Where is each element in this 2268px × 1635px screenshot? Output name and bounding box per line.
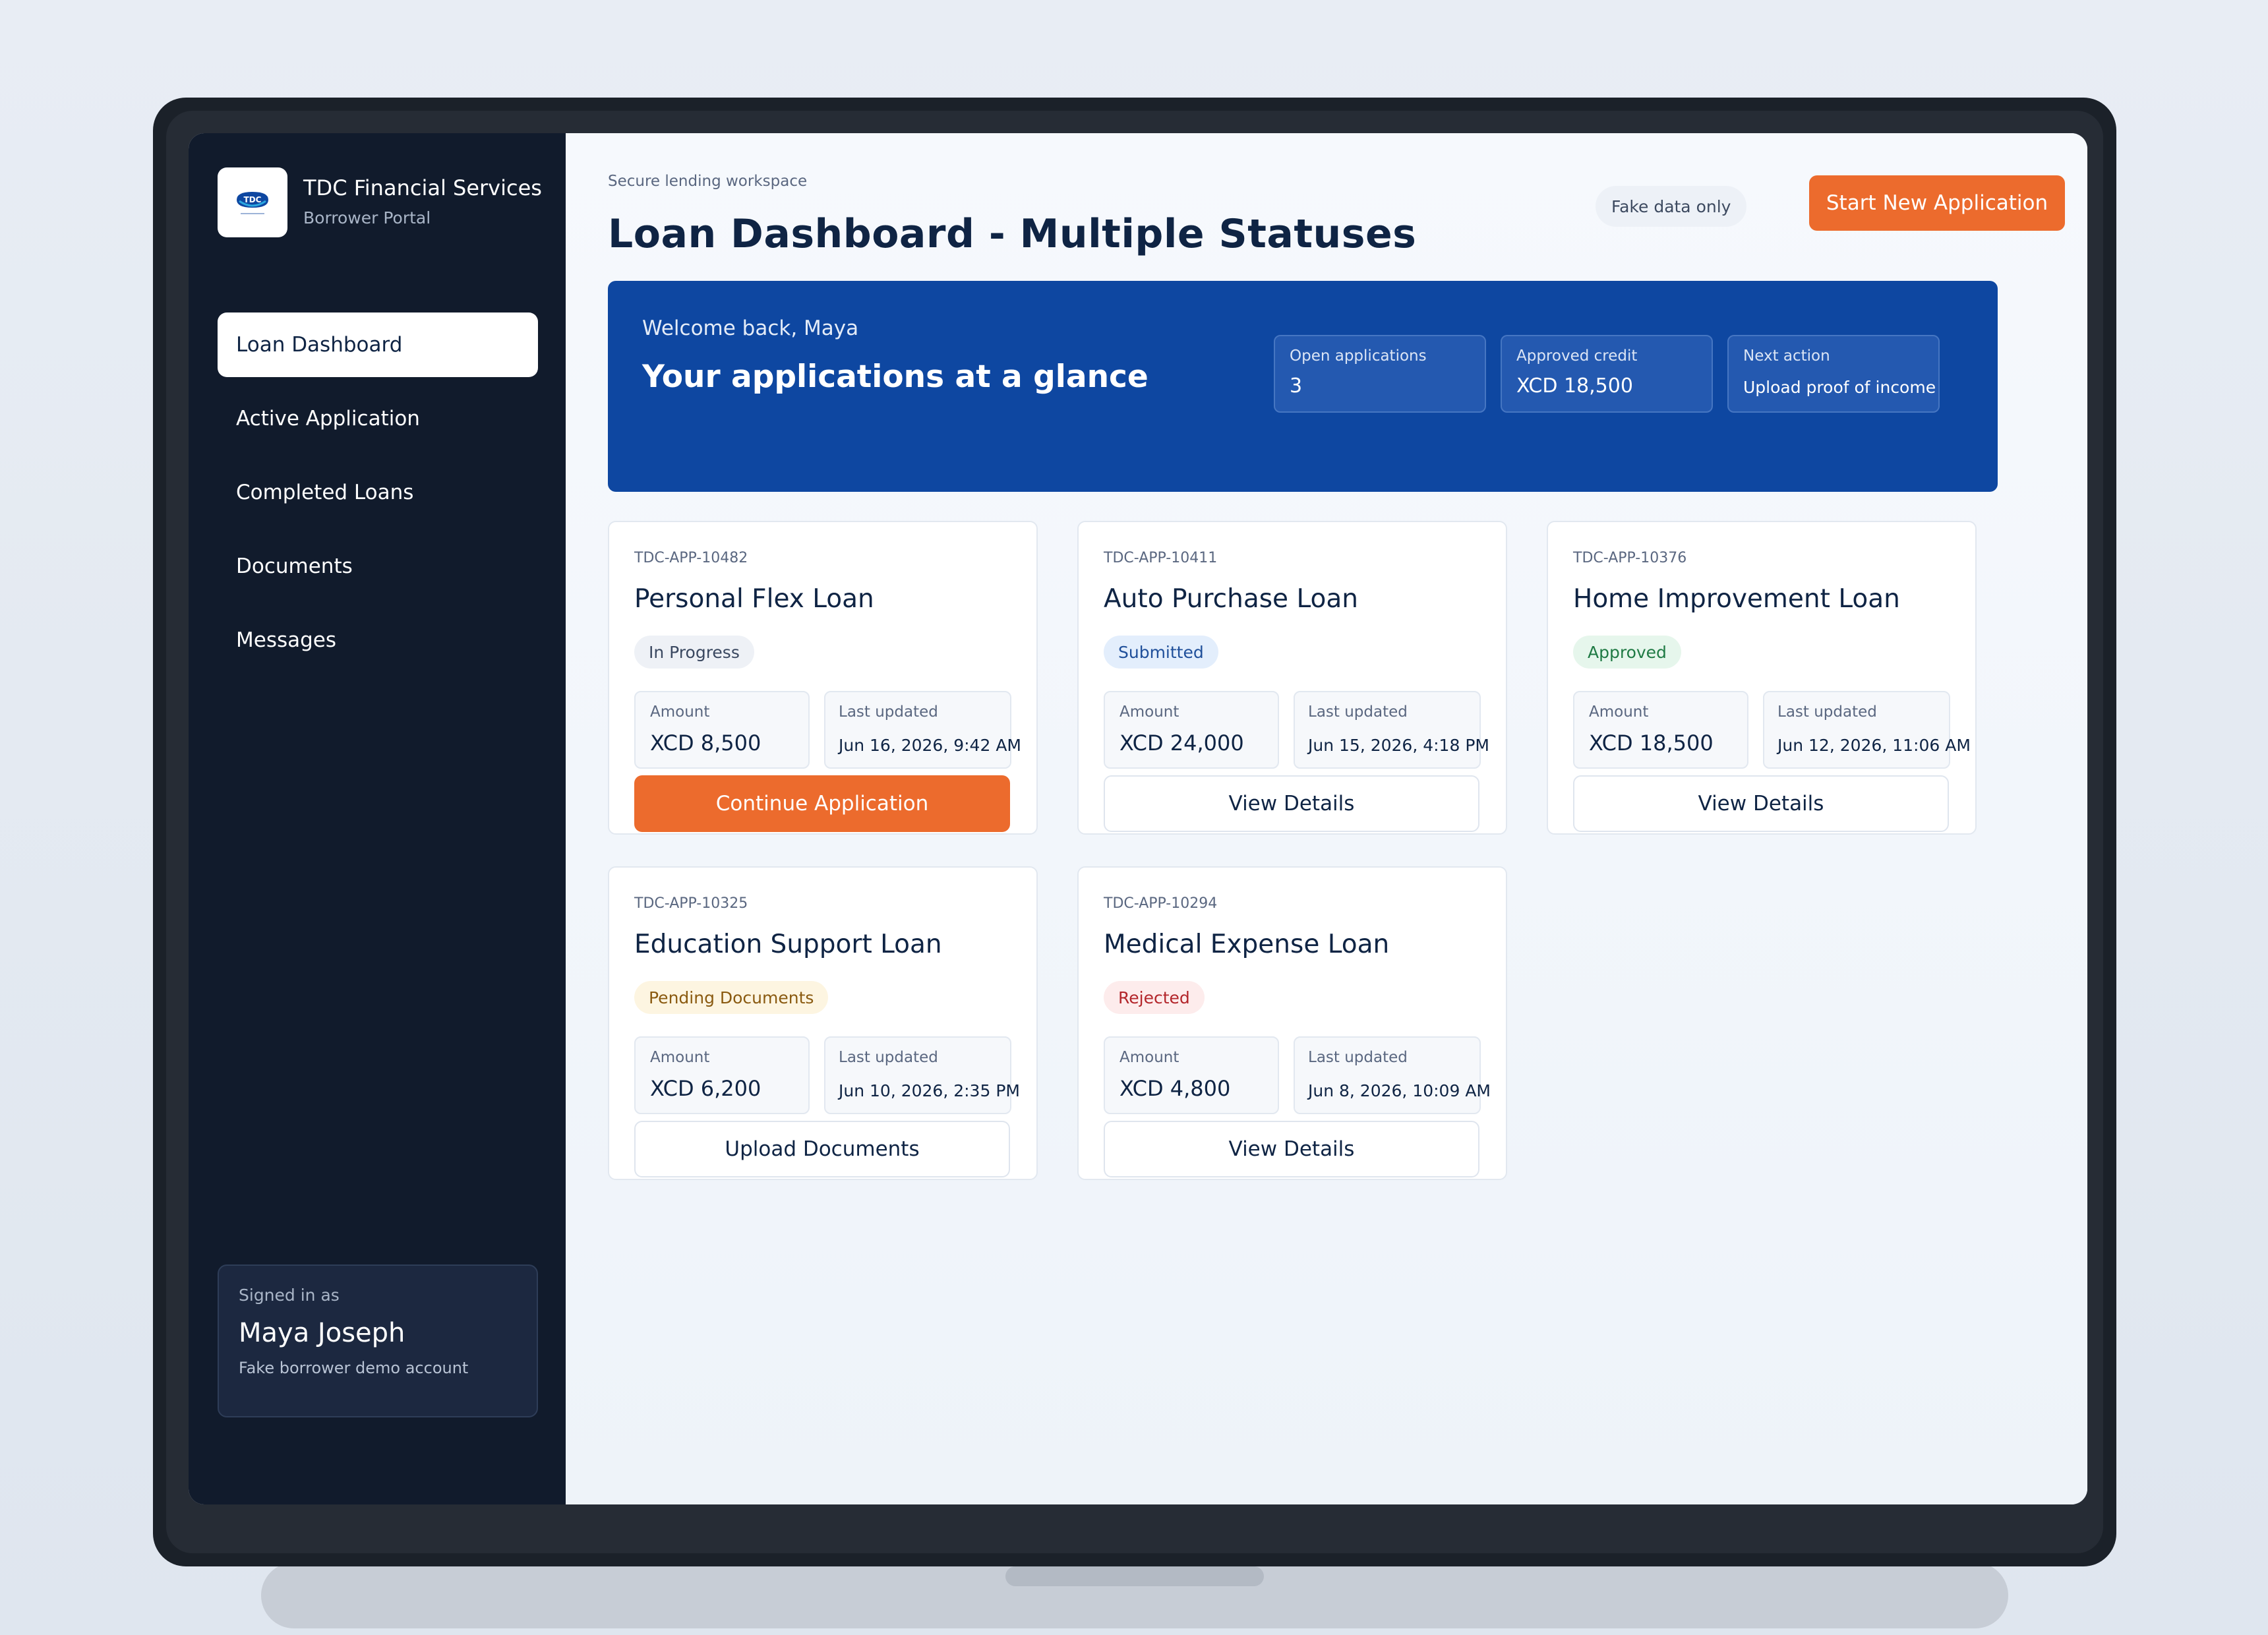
field-label: Amount: [650, 1049, 710, 1066]
last-updated-value: Jun 8, 2026, 10:09 AM: [1308, 1081, 1491, 1100]
last-updated-field: Last updated Jun 12, 2026, 11:06 AM: [1763, 691, 1971, 769]
status-badge: In Progress: [634, 636, 754, 669]
application-title: Education Support Loan: [634, 930, 942, 959]
upload-documents-button[interactable]: Upload Documents: [634, 1121, 1010, 1177]
field-label: Last updated: [1777, 703, 1877, 721]
amount-value: XCD 8,500: [650, 730, 761, 756]
last-updated-value: Jun 10, 2026, 2:35 PM: [839, 1081, 1020, 1100]
sidebar-item-documents[interactable]: Documents: [218, 534, 538, 599]
amount-field: Amount XCD 4,800: [1104, 1036, 1279, 1114]
stat-approved-credit: Approved credit XCD 18,500: [1501, 335, 1713, 413]
field-label: Amount: [1119, 1049, 1179, 1066]
stat-open-applications: Open applications 3: [1274, 335, 1486, 413]
sidebar-item-label: Loan Dashboard: [236, 333, 403, 357]
amount-field: Amount XCD 24,000: [1104, 691, 1279, 769]
stat-label: Open applications: [1290, 347, 1427, 365]
user-account-note: Fake borrower demo account: [239, 1359, 469, 1377]
application-title: Home Improvement Loan: [1573, 584, 1900, 614]
application-id: TDC-APP-10294: [1104, 895, 1218, 912]
field-label: Amount: [1119, 703, 1179, 721]
banner-title: Your applications at a glance: [642, 359, 1149, 395]
sidebar-nav: Loan Dashboard Active Application Comple…: [218, 312, 538, 682]
application-card: TDC-APP-10325 Education Support Loan Pen…: [608, 866, 1038, 1180]
brand-subtitle: Borrower Portal: [303, 208, 431, 227]
application-card: TDC-APP-10376 Home Improvement Loan Appr…: [1547, 521, 1977, 835]
sidebar-item-label: Completed Loans: [236, 481, 414, 504]
status-badge: Pending Documents: [634, 981, 829, 1014]
field-label: Last updated: [1308, 1049, 1408, 1066]
last-updated-field: Last updated Jun 15, 2026, 4:18 PM: [1294, 691, 1489, 769]
amount-field: Amount XCD 8,500: [634, 691, 810, 769]
sidebar-item-label: Documents: [236, 554, 353, 578]
amount-value: XCD 6,200: [650, 1076, 761, 1101]
field-label: Last updated: [1308, 703, 1408, 721]
sidebar-item-label: Active Application: [236, 407, 420, 431]
stat-value: 3: [1290, 374, 1303, 398]
stat-value: XCD 18,500: [1516, 374, 1633, 398]
laptop-notch: [1005, 1566, 1264, 1586]
application-id: TDC-APP-10482: [634, 550, 748, 566]
view-details-button[interactable]: View Details: [1104, 1121, 1479, 1177]
application-title: Personal Flex Loan: [634, 584, 874, 614]
sidebar-item-label: Messages: [236, 628, 337, 652]
amount-value: XCD 24,000: [1119, 730, 1244, 756]
view-details-button[interactable]: View Details: [1104, 775, 1479, 832]
brand: TDC TDC Financial Services Borrower Port…: [218, 167, 542, 237]
sidebar-item-completed-loans[interactable]: Completed Loans: [218, 460, 538, 525]
field-label: Last updated: [839, 703, 938, 721]
page-eyebrow: Secure lending workspace: [608, 173, 808, 190]
application-card: TDC-APP-10294 Medical Expense Loan Rejec…: [1077, 866, 1507, 1180]
logo-mark-icon: TDC: [237, 192, 268, 214]
last-updated-field: Last updated Jun 8, 2026, 10:09 AM: [1294, 1036, 1491, 1114]
application-title: Auto Purchase Loan: [1104, 584, 1358, 614]
field-label: Amount: [1589, 703, 1649, 721]
page-title: Loan Dashboard - Multiple Statuses: [608, 211, 1417, 257]
stat-next-action: Next action Upload proof of income: [1727, 335, 1940, 413]
main-content: Secure lending workspace Loan Dashboard …: [566, 133, 2087, 1504]
amount-value: XCD 18,500: [1589, 730, 1714, 756]
stat-label: Next action: [1743, 347, 1830, 365]
status-badge: Submitted: [1104, 636, 1218, 669]
amount-value: XCD 4,800: [1119, 1076, 1231, 1101]
stat-value: Upload proof of income: [1743, 378, 1936, 397]
last-updated-field: Last updated Jun 10, 2026, 2:35 PM: [824, 1036, 1020, 1114]
application-id: TDC-APP-10411: [1104, 550, 1218, 566]
sidebar: TDC TDC Financial Services Borrower Port…: [189, 133, 566, 1504]
app-window: TDC TDC Financial Services Borrower Port…: [189, 133, 2087, 1504]
view-details-button[interactable]: View Details: [1573, 775, 1949, 832]
signed-in-caption: Signed in as: [239, 1286, 340, 1305]
brand-logo: TDC: [218, 167, 287, 237]
user-card: Signed in as Maya Joseph Fake borrower d…: [218, 1264, 538, 1417]
field-label: Last updated: [839, 1049, 938, 1066]
user-name: Maya Joseph: [239, 1318, 405, 1348]
sidebar-item-messages[interactable]: Messages: [218, 608, 538, 672]
welcome-banner: Welcome back, Maya Your applications at …: [608, 281, 1998, 492]
last-updated-value: Jun 15, 2026, 4:18 PM: [1308, 736, 1489, 755]
fake-data-badge: Fake data only: [1596, 186, 1747, 227]
status-badge: Approved: [1573, 636, 1681, 669]
amount-field: Amount XCD 6,200: [634, 1036, 810, 1114]
application-title: Medical Expense Loan: [1104, 930, 1390, 959]
application-card: TDC-APP-10482 Personal Flex Loan In Prog…: [608, 521, 1038, 835]
continue-application-button[interactable]: Continue Application: [634, 775, 1010, 832]
last-updated-value: Jun 16, 2026, 9:42 AM: [839, 736, 1021, 755]
amount-field: Amount XCD 18,500: [1573, 691, 1748, 769]
application-id: TDC-APP-10376: [1573, 550, 1687, 566]
brand-name: TDC Financial Services: [303, 175, 542, 200]
stat-label: Approved credit: [1516, 347, 1638, 365]
field-label: Amount: [650, 703, 710, 721]
sidebar-item-loan-dashboard[interactable]: Loan Dashboard: [218, 312, 538, 377]
welcome-text: Welcome back, Maya: [642, 316, 859, 340]
logo-text: TDC: [244, 195, 262, 204]
application-card: TDC-APP-10411 Auto Purchase Loan Submitt…: [1077, 521, 1507, 835]
status-badge: Rejected: [1104, 981, 1205, 1014]
application-id: TDC-APP-10325: [634, 895, 748, 912]
last-updated-value: Jun 12, 2026, 11:06 AM: [1777, 736, 1971, 755]
last-updated-field: Last updated Jun 16, 2026, 9:42 AM: [824, 691, 1021, 769]
sidebar-item-active-application[interactable]: Active Application: [218, 386, 538, 451]
start-new-application-button[interactable]: Start New Application: [1809, 175, 2065, 231]
